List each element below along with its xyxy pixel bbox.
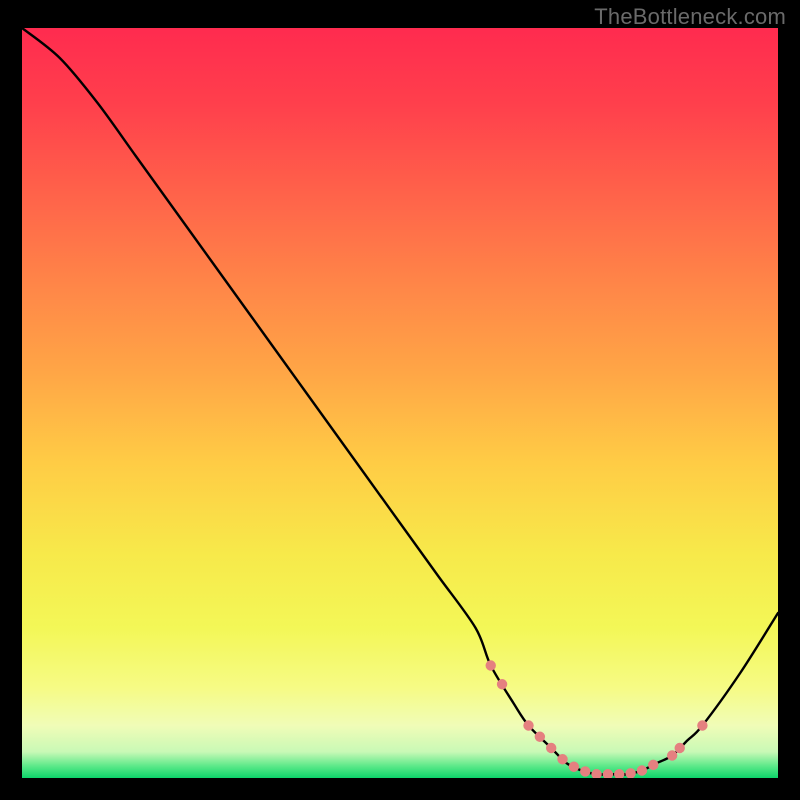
marker-dot xyxy=(569,762,579,772)
marker-dot xyxy=(486,660,496,670)
gradient-background xyxy=(22,28,778,778)
marker-dot xyxy=(523,720,533,730)
marker-dot xyxy=(667,750,677,760)
marker-dot xyxy=(557,754,567,764)
marker-dot xyxy=(637,765,647,775)
attribution-text: TheBottleneck.com xyxy=(594,4,786,30)
marker-dot xyxy=(648,760,658,770)
chart-container: TheBottleneck.com xyxy=(0,0,800,800)
plot-area xyxy=(22,28,778,778)
marker-dot xyxy=(546,743,556,753)
marker-dot xyxy=(535,732,545,742)
bottleneck-line-chart xyxy=(22,28,778,778)
marker-dot xyxy=(675,743,685,753)
marker-dot xyxy=(697,720,707,730)
marker-dot xyxy=(580,766,590,776)
marker-dot xyxy=(497,679,507,689)
